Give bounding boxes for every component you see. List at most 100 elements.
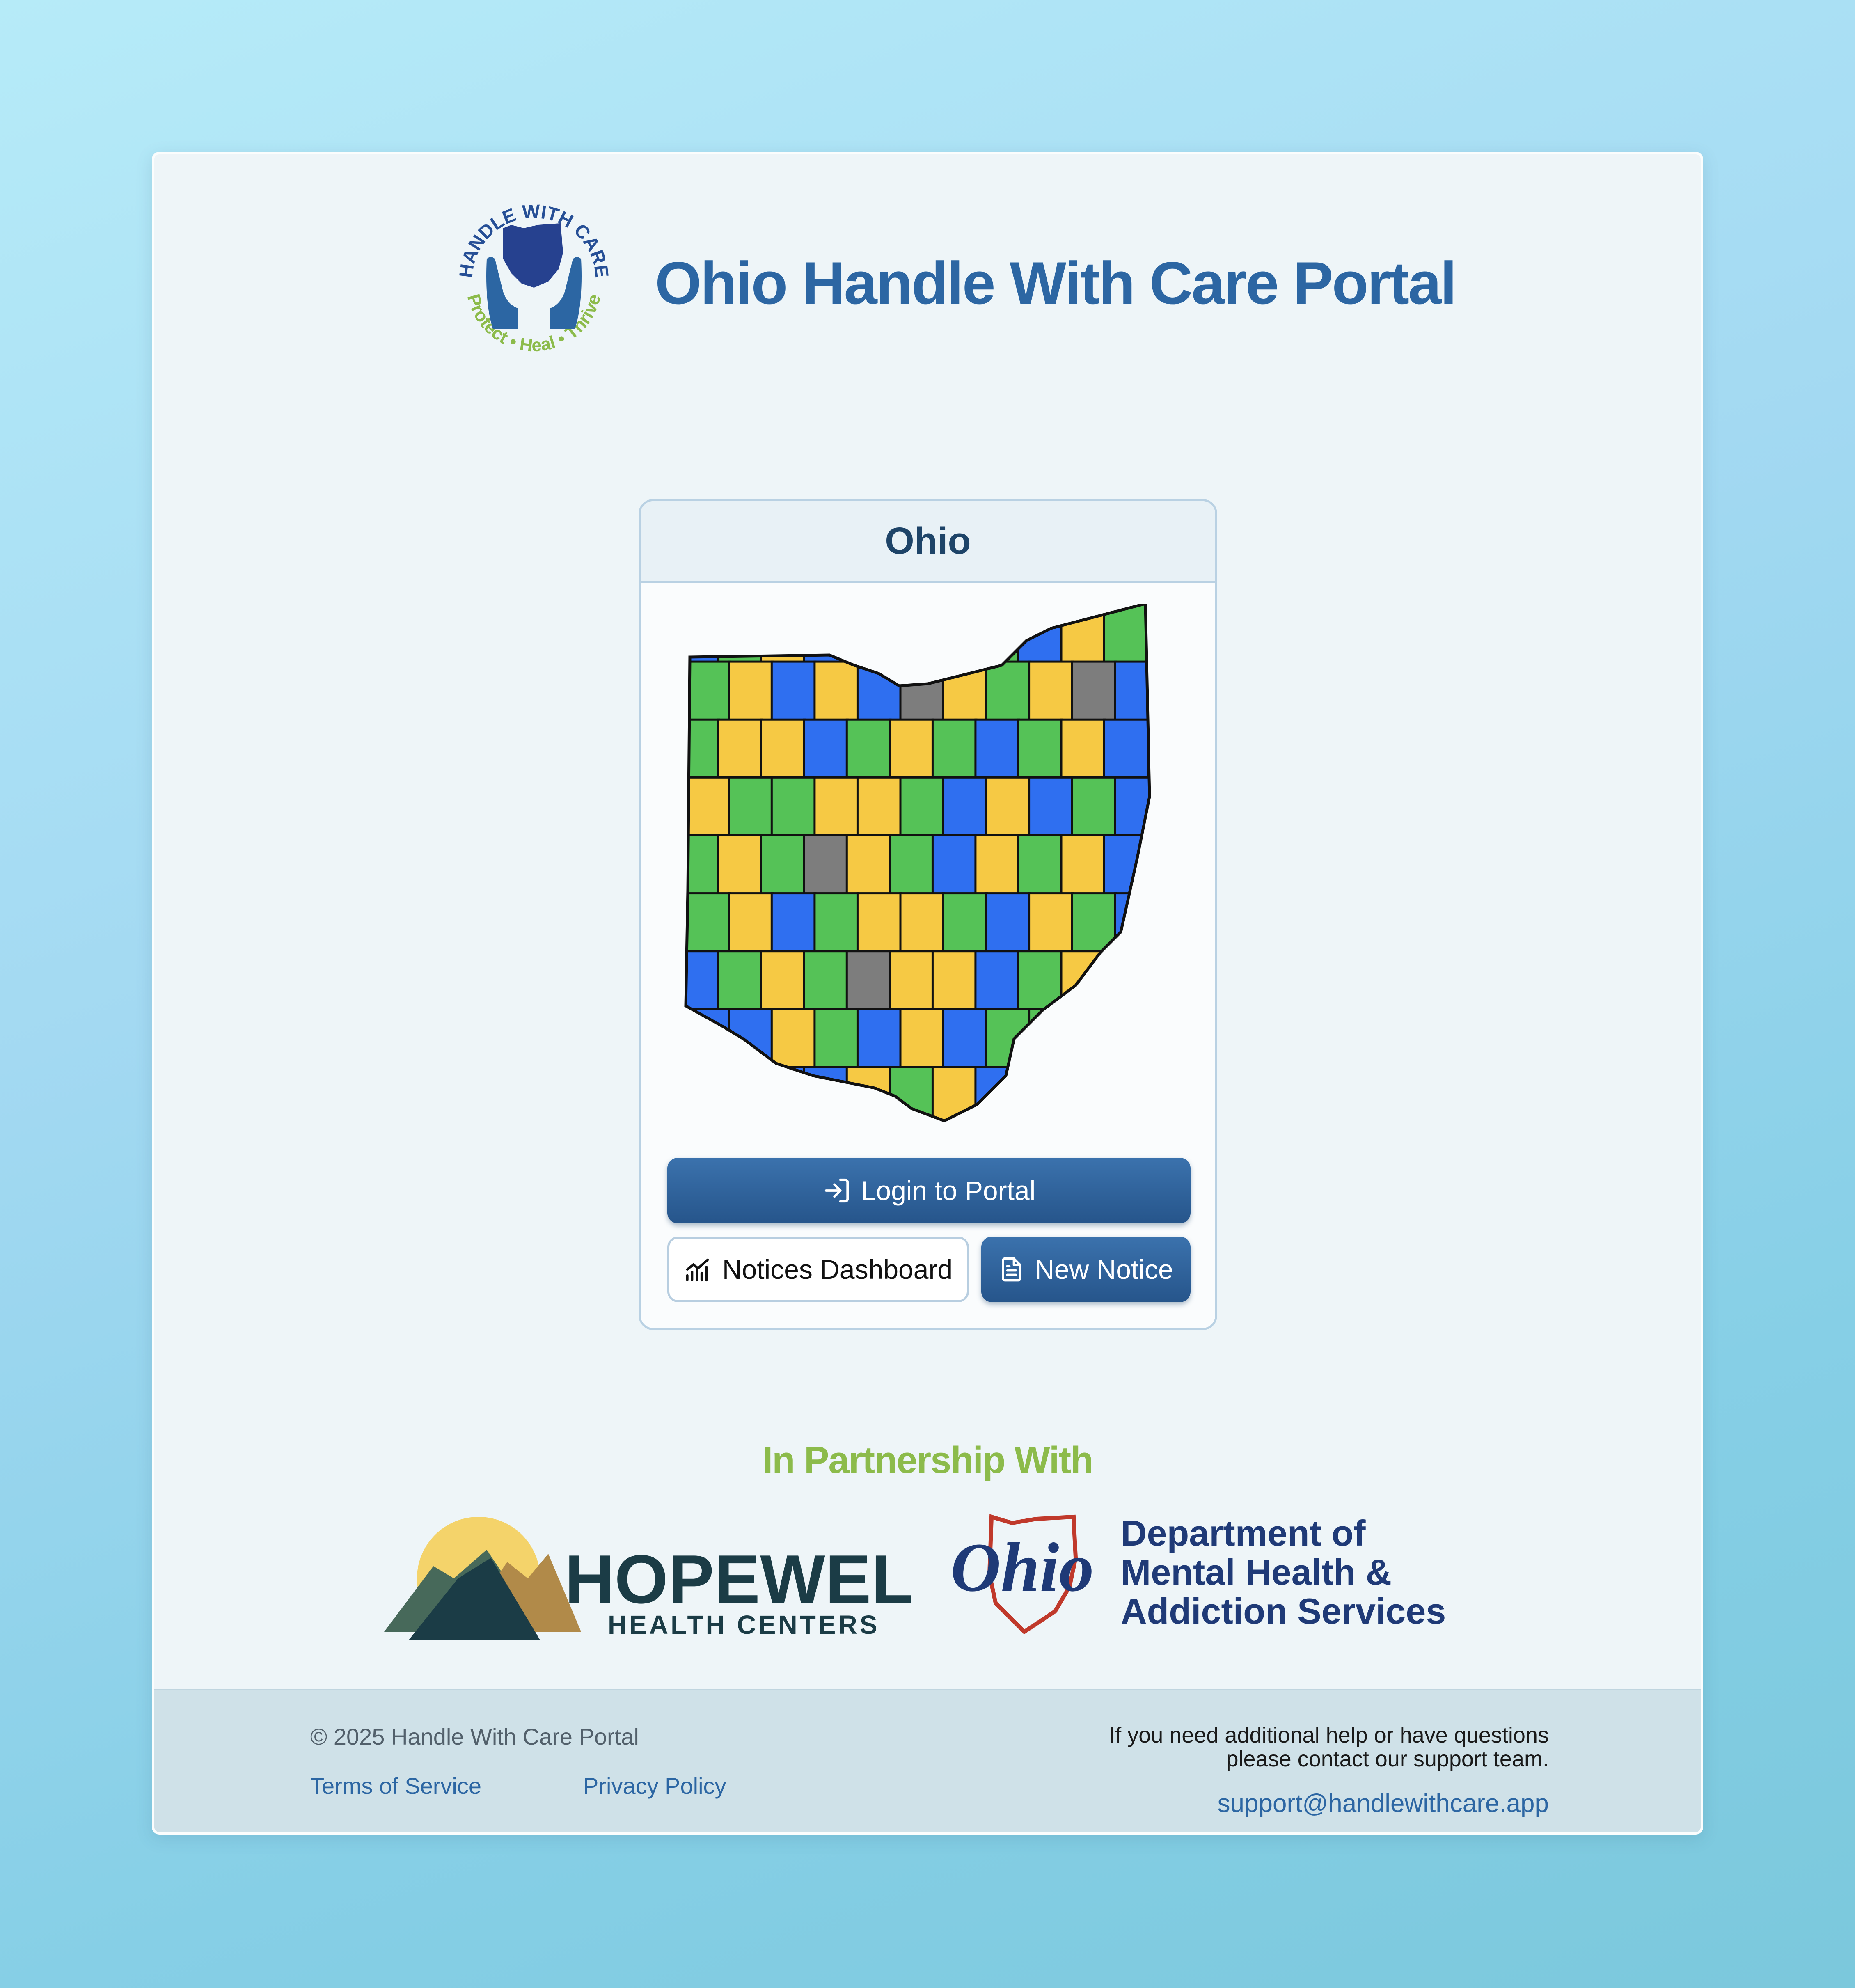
county-cell[interactable] — [760, 718, 806, 780]
county-cell[interactable] — [760, 834, 806, 896]
county-cell[interactable] — [803, 950, 849, 1012]
county-cell[interactable] — [1017, 834, 1063, 896]
bar-chart-icon — [686, 1258, 709, 1282]
new-notice-button[interactable]: New Notice — [981, 1237, 1191, 1302]
county-cell[interactable] — [974, 950, 1021, 1012]
county-cell[interactable] — [1114, 1008, 1159, 1070]
dashboard-label: Notices Dashboard — [722, 1254, 953, 1285]
county-cell[interactable] — [717, 950, 763, 1012]
county-cell[interactable] — [686, 776, 731, 838]
county-cell[interactable] — [942, 892, 988, 953]
county-cell[interactable] — [813, 660, 859, 722]
handle-with-care-logo: HANDLE WITH CARE Protect • Heal • Thrive — [455, 200, 613, 355]
county-cell[interactable] — [985, 660, 1031, 722]
county-cell[interactable] — [899, 892, 946, 953]
new-notice-label: New Notice — [1035, 1254, 1173, 1285]
county-cell[interactable] — [845, 604, 892, 664]
county-cell[interactable] — [1071, 776, 1117, 838]
login-button[interactable]: Login to Portal — [667, 1158, 1191, 1223]
county-cell[interactable] — [856, 892, 902, 953]
county-cell[interactable] — [717, 718, 763, 780]
privacy-link[interactable]: Privacy Policy — [583, 1773, 726, 1799]
county-cell[interactable] — [899, 1008, 946, 1070]
county-cell[interactable] — [889, 718, 934, 780]
county-cell[interactable] — [1060, 604, 1106, 664]
county-cell[interactable] — [760, 1066, 806, 1125]
ohio-mhas-logo[interactable]: Ohio Department of Mental Health & Addic… — [950, 1509, 1468, 1648]
state-name: Ohio — [641, 501, 1215, 583]
county-cell[interactable] — [856, 776, 902, 838]
county-cell[interactable] — [717, 834, 763, 896]
county-cell[interactable] — [856, 1008, 902, 1070]
county-cell[interactable] — [1060, 718, 1106, 780]
county-cell[interactable] — [717, 604, 763, 664]
county-cell[interactable] — [1028, 892, 1074, 953]
county-cell[interactable] — [931, 834, 978, 896]
county-cell[interactable] — [1114, 660, 1159, 722]
county-cell[interactable] — [813, 1008, 859, 1070]
county-cell[interactable] — [1103, 718, 1149, 780]
county-cell[interactable] — [845, 834, 892, 896]
county-cell[interactable] — [1060, 834, 1106, 896]
county-cell[interactable] — [1071, 1008, 1117, 1070]
county-cell[interactable] — [813, 892, 859, 953]
county-cell[interactable] — [1103, 1066, 1149, 1125]
county-cell[interactable] — [686, 660, 731, 722]
county-cell[interactable] — [682, 718, 720, 780]
county-cell[interactable] — [728, 892, 774, 953]
county-cell[interactable] — [856, 660, 902, 722]
county-cell[interactable] — [1060, 950, 1106, 1012]
county-cell[interactable] — [803, 718, 849, 780]
county-cell[interactable] — [1017, 718, 1063, 780]
document-icon — [1002, 1257, 1022, 1282]
county-cell[interactable] — [728, 660, 774, 722]
county-cell[interactable] — [899, 776, 946, 838]
county-cell[interactable] — [717, 1066, 763, 1125]
county-cell[interactable] — [974, 1066, 1021, 1125]
county-cell[interactable] — [728, 776, 774, 838]
notices-dashboard-button[interactable]: Notices Dashboard — [667, 1237, 969, 1302]
county-cell[interactable] — [845, 1066, 892, 1125]
county-cell[interactable] — [974, 718, 1021, 780]
county-cell[interactable] — [770, 892, 817, 953]
county-cell[interactable] — [686, 892, 731, 953]
county-cell[interactable] — [760, 950, 806, 1012]
county-cell[interactable] — [1017, 1066, 1063, 1125]
county-cell[interactable] — [760, 604, 806, 664]
county-cell[interactable] — [845, 718, 892, 780]
county-cell[interactable] — [889, 834, 934, 896]
county-cell[interactable] — [682, 604, 720, 664]
county-cell[interactable] — [1103, 950, 1149, 1012]
terms-link[interactable]: Terms of Service — [310, 1773, 481, 1799]
state-panel: Ohio Login to Portal Notices Dashboard N… — [639, 499, 1217, 1330]
county-cell[interactable] — [1060, 1066, 1106, 1125]
county-cell[interactable] — [931, 950, 978, 1012]
support-email-link[interactable]: support@handlewithcare.app — [1218, 1789, 1549, 1818]
ohio-county-map[interactable] — [682, 604, 1178, 1125]
county-cell[interactable] — [1028, 776, 1074, 838]
county-cell[interactable] — [889, 604, 934, 664]
footer: © 2025 Handle With Care Portal Terms of … — [154, 1689, 1701, 1832]
county-cell[interactable] — [899, 660, 946, 722]
county-cell[interactable] — [985, 776, 1031, 838]
county-cell[interactable] — [974, 834, 1021, 896]
county-cell[interactable] — [889, 950, 934, 1012]
ohio-mark: Ohio — [950, 1529, 1094, 1606]
county-cell[interactable] — [770, 660, 817, 722]
county-cell[interactable] — [942, 1008, 988, 1070]
county-cell[interactable] — [813, 776, 859, 838]
county-cell[interactable] — [1028, 660, 1074, 722]
county-cell[interactable] — [1114, 776, 1159, 838]
county-cell[interactable] — [942, 776, 988, 838]
hopewell-logo[interactable]: HOPEWELL HEALTH CENTERS — [384, 1517, 918, 1648]
county-cell[interactable] — [985, 892, 1031, 953]
county-cell[interactable] — [770, 776, 817, 838]
county-cell[interactable] — [845, 950, 892, 1012]
county-cell[interactable] — [682, 1066, 720, 1125]
county-cell[interactable] — [931, 718, 978, 780]
county-cell[interactable] — [728, 1008, 774, 1070]
county-cell[interactable] — [931, 604, 978, 664]
county-cell[interactable] — [1071, 660, 1117, 722]
county-cell[interactable] — [803, 834, 849, 896]
county-cell[interactable] — [770, 1008, 817, 1070]
